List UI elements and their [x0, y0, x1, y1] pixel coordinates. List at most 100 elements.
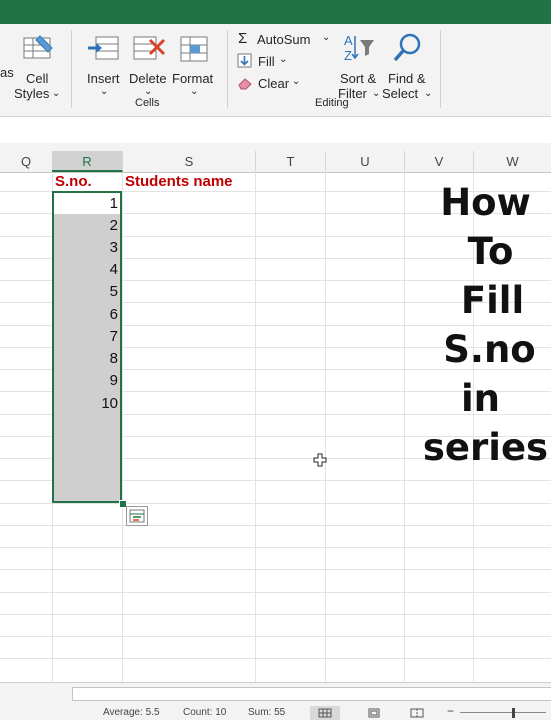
fill-button[interactable]: Fill ⌄	[236, 52, 296, 70]
grid-line	[0, 503, 551, 504]
editing-group-label: Editing	[315, 97, 349, 109]
cell-styles-icon	[23, 35, 53, 59]
column-header-q[interactable]: Q	[0, 151, 53, 172]
column-header-t[interactable]: T	[256, 151, 326, 172]
title-bar	[0, 0, 551, 24]
cell-styles-label-2: Styles	[14, 86, 50, 101]
ribbon-divider	[440, 30, 441, 108]
grid-line	[0, 569, 551, 570]
status-sum: Sum: 55	[248, 707, 286, 718]
overlay-line: in	[460, 377, 501, 420]
column-header-v[interactable]: V	[405, 151, 474, 172]
chevron-down-icon: ⌄	[52, 88, 61, 99]
fill-label: Fill	[258, 54, 275, 69]
zoom-slider-thumb[interactable]	[512, 708, 515, 718]
cell-serial[interactable]: 9	[54, 372, 118, 389]
eraser-icon	[238, 78, 252, 90]
magnifier-icon	[393, 33, 421, 62]
cell-serial[interactable]: 1	[54, 195, 118, 212]
zoom-out-icon[interactable]: −	[447, 704, 454, 718]
partial-ribbon-label: as	[0, 65, 14, 80]
formula-bar[interactable]	[0, 117, 551, 144]
delete-button[interactable]: Delete ⌄	[128, 32, 170, 97]
ribbon: as Cell Styles ⌄ Insert ⌄ Delete ⌄ Forma…	[0, 24, 551, 117]
overlay-line: series	[422, 426, 549, 469]
cell-serial[interactable]: 8	[54, 350, 118, 367]
chevron-down-icon: ⌄	[322, 32, 331, 43]
grid-line	[325, 172, 326, 682]
page-break-view-icon[interactable]	[410, 708, 424, 718]
sort-filter-icon: A Z	[344, 33, 374, 63]
insert-cells-icon	[88, 36, 119, 60]
quick-analysis-button[interactable]	[126, 506, 148, 526]
cell-serial[interactable]: 4	[54, 261, 118, 278]
scrollbar-thumb[interactable]	[72, 687, 551, 701]
sort-filter-label-1: Sort &	[340, 71, 377, 86]
cells-group-label: Cells	[135, 97, 160, 109]
grid-line	[0, 658, 551, 659]
grid-line	[0, 525, 551, 526]
grid-line	[404, 172, 405, 682]
normal-view-icon	[318, 708, 332, 718]
grid-line	[122, 172, 123, 682]
autosum-button[interactable]: Σ AutoSum ⌄	[236, 30, 332, 48]
cell-s-header[interactable]: Students name	[125, 173, 233, 190]
chevron-down-icon: ⌄	[372, 88, 381, 99]
chevron-down-icon: ⌄	[292, 76, 301, 87]
column-header-u[interactable]: U	[326, 151, 405, 172]
chevron-down-icon: ⌄	[279, 54, 288, 65]
grid-line	[0, 614, 551, 615]
status-count: Count: 10	[183, 707, 227, 718]
column-header-w[interactable]: W	[474, 151, 551, 172]
grid-line	[0, 547, 551, 548]
chevron-down-icon: ⌄	[100, 86, 109, 97]
chevron-down-icon: ⌄	[144, 86, 153, 97]
grid-line	[0, 636, 551, 637]
cell-styles-label-1: Cell	[26, 71, 49, 86]
normal-view-button[interactable]	[310, 706, 340, 720]
cell-serial[interactable]: 2	[54, 217, 118, 234]
sigma-icon: Σ	[238, 30, 248, 47]
chevron-down-icon: ⌄	[190, 86, 199, 97]
quick-analysis-icon	[129, 509, 145, 523]
ribbon-divider	[71, 30, 72, 108]
find-select-label-2: Select	[382, 86, 419, 101]
cell-styles-button[interactable]: Cell Styles ⌄	[14, 32, 60, 101]
overlay-line: How	[440, 181, 531, 224]
cell-serial[interactable]: 7	[54, 328, 118, 345]
video-title-overlay: How To Fill S.no in series	[420, 178, 551, 472]
crosshair-cursor-icon	[313, 453, 327, 467]
column-header-r[interactable]: R	[52, 151, 123, 172]
overlay-line: Fill	[460, 279, 525, 322]
column-header-s[interactable]: S	[123, 151, 256, 172]
cell-serial[interactable]: 3	[54, 239, 118, 256]
delete-label: Delete	[129, 71, 167, 86]
find-select-button[interactable]: Find & Select ⌄	[382, 32, 432, 101]
format-button[interactable]: Format ⌄	[172, 32, 216, 97]
svg-text:A: A	[344, 33, 353, 48]
cell-serial[interactable]: 10	[54, 395, 118, 412]
format-label: Format	[172, 71, 214, 86]
selected-range[interactable]	[52, 191, 122, 503]
insert-label: Insert	[87, 71, 120, 86]
overlay-line: To	[467, 230, 514, 273]
ribbon-divider	[227, 30, 228, 108]
zoom-slider[interactable]	[460, 712, 546, 713]
grid-line	[255, 172, 256, 682]
svg-text:Z: Z	[344, 48, 352, 63]
autosum-label: AutoSum	[257, 32, 311, 47]
format-cells-icon	[180, 36, 208, 62]
sort-filter-button[interactable]: A Z Sort & Filter ⌄	[336, 32, 382, 101]
formula-bar-gap	[0, 143, 551, 151]
status-average: Average: 5.5	[103, 707, 160, 718]
clear-button[interactable]: Clear ⌄	[236, 74, 304, 92]
clear-label: Clear	[258, 76, 290, 91]
grid-line	[0, 592, 551, 593]
insert-button[interactable]: Insert ⌄	[84, 32, 124, 97]
cell-r-header[interactable]: S.no.	[55, 173, 92, 190]
page-layout-view-icon[interactable]	[367, 708, 381, 718]
cell-serial[interactable]: 6	[54, 306, 118, 323]
chevron-down-icon: ⌄	[424, 88, 433, 99]
cell-serial[interactable]: 5	[54, 283, 118, 300]
overlay-line: S.no	[443, 328, 536, 371]
